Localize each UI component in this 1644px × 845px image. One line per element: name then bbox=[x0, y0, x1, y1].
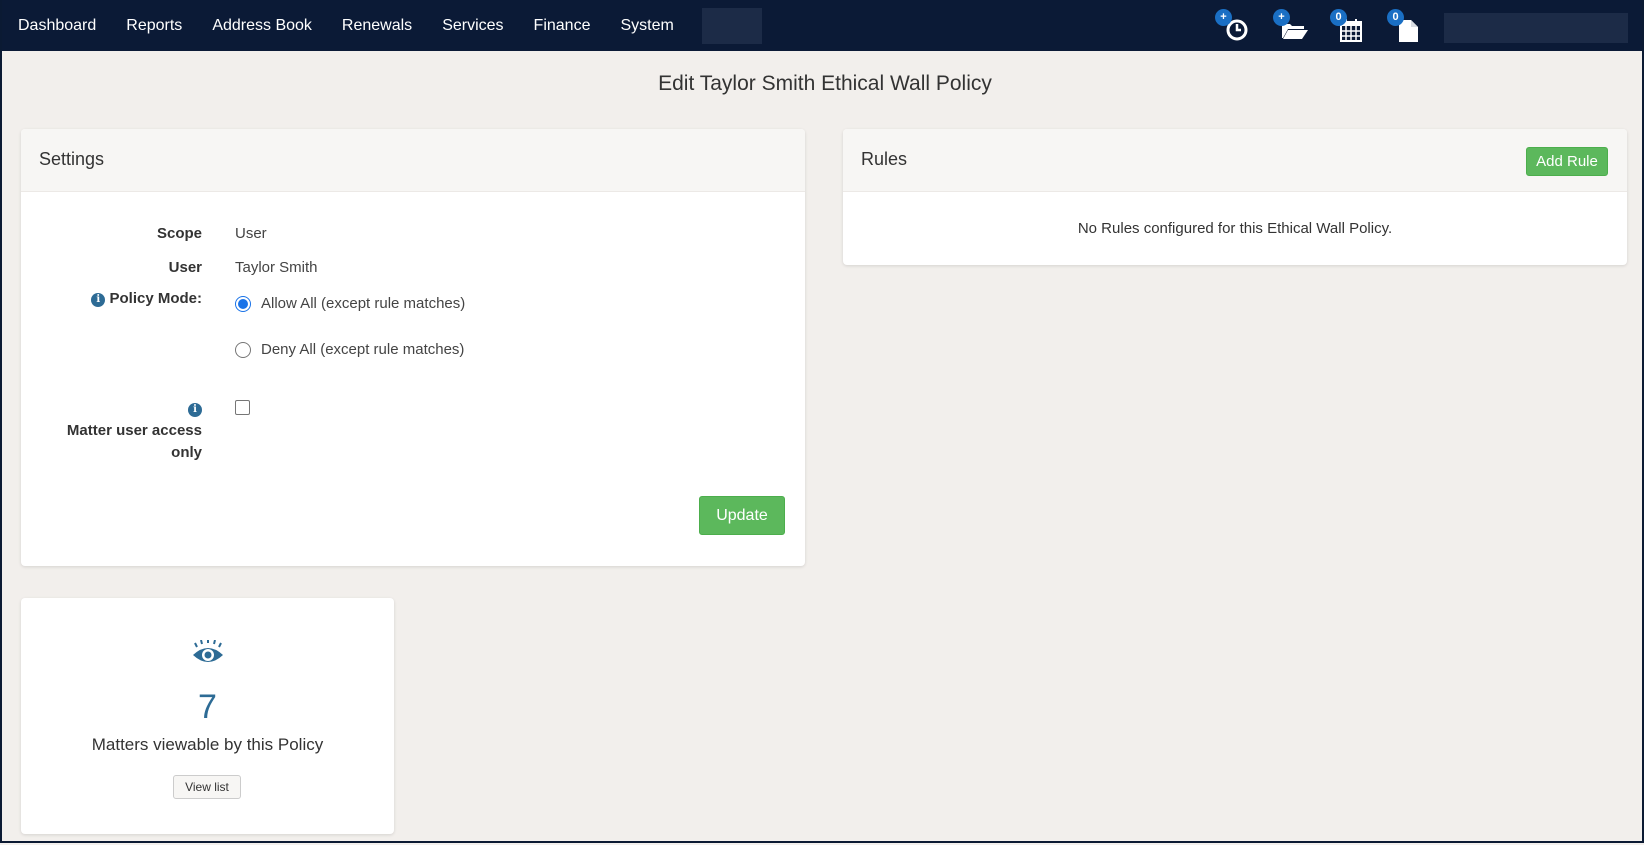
timer-button[interactable]: + bbox=[1215, 9, 1251, 44]
settings-title: Settings bbox=[39, 149, 105, 169]
policy-mode-deny-radio[interactable] bbox=[235, 341, 251, 358]
nav-finance[interactable]: Finance bbox=[534, 17, 591, 35]
top-navbar: Dashboard Reports Address Book Renewals … bbox=[0, 0, 1644, 51]
document-badge: 0 bbox=[1387, 9, 1404, 26]
policy-mode-deny-label[interactable]: Deny All (except rule matches) bbox=[261, 341, 464, 358]
rules-panel: Rules Add Rule No Rules configured for t… bbox=[843, 129, 1627, 265]
folder-badge: + bbox=[1273, 9, 1290, 26]
document-button[interactable]: 0 bbox=[1387, 9, 1423, 44]
policy-mode-deny-option[interactable]: Deny All (except rule matches) bbox=[235, 341, 464, 358]
rules-empty-message: No Rules configured for this Ethical Wal… bbox=[1077, 220, 1393, 237]
timer-badge: + bbox=[1215, 9, 1232, 26]
matter-folder-button[interactable]: + bbox=[1273, 9, 1309, 44]
eye-icon bbox=[193, 640, 223, 662]
policy-mode-allow-radio[interactable] bbox=[235, 295, 251, 312]
scope-label: Scope bbox=[156, 225, 202, 242]
calendar-badge: 0 bbox=[1330, 9, 1347, 26]
nav-reports[interactable]: Reports bbox=[126, 17, 182, 35]
policy-mode-info-icon[interactable]: i bbox=[91, 292, 106, 307]
policy-mode-allow-option[interactable]: Allow All (except rule matches) bbox=[235, 295, 465, 312]
matter-access-info-icon[interactable]: i bbox=[188, 403, 202, 417]
nav-renewals[interactable]: Renewals bbox=[342, 17, 412, 35]
nav-dashboard[interactable]: Dashboard bbox=[18, 17, 96, 35]
nav-extra-item[interactable] bbox=[701, 7, 762, 44]
update-button[interactable]: Update bbox=[699, 496, 785, 535]
nav-system[interactable]: System bbox=[620, 17, 673, 35]
calendar-button[interactable]: 0 bbox=[1330, 9, 1366, 44]
matters-label: Matters viewable by this Policy bbox=[91, 735, 324, 754]
scope-value: User bbox=[235, 225, 267, 242]
main-nav: Dashboard Reports Address Book Renewals … bbox=[18, 0, 762, 51]
matters-summary-panel: 7 Matters viewable by this Policy View l… bbox=[21, 598, 394, 834]
page-title: Edit Taylor Smith Ethical Wall Policy bbox=[658, 72, 992, 95]
matter-access-checkbox[interactable] bbox=[235, 400, 250, 415]
user-menu[interactable] bbox=[1444, 13, 1628, 43]
user-value: Taylor Smith bbox=[235, 259, 318, 276]
view-list-button[interactable]: View list bbox=[173, 775, 241, 799]
policy-mode-label: Policy Mode: bbox=[109, 290, 202, 307]
nav-services[interactable]: Services bbox=[442, 17, 503, 35]
nav-address-book[interactable]: Address Book bbox=[212, 17, 312, 35]
policy-mode-label-group: i Policy Mode: bbox=[91, 290, 202, 307]
settings-header: Settings bbox=[21, 129, 805, 192]
rules-title: Rules bbox=[861, 149, 908, 169]
matter-access-label-group: i Matter user access only bbox=[42, 398, 202, 464]
user-label: User bbox=[168, 259, 202, 276]
matters-count: 7 bbox=[198, 688, 217, 726]
settings-panel: Settings Scope User User Taylor Smith i … bbox=[21, 129, 805, 566]
add-rule-button[interactable]: Add Rule bbox=[1526, 147, 1608, 176]
policy-mode-allow-label[interactable]: Allow All (except rule matches) bbox=[261, 295, 465, 312]
matter-access-label: Matter user access only bbox=[66, 422, 202, 461]
rules-header: Rules Add Rule bbox=[843, 129, 1627, 192]
